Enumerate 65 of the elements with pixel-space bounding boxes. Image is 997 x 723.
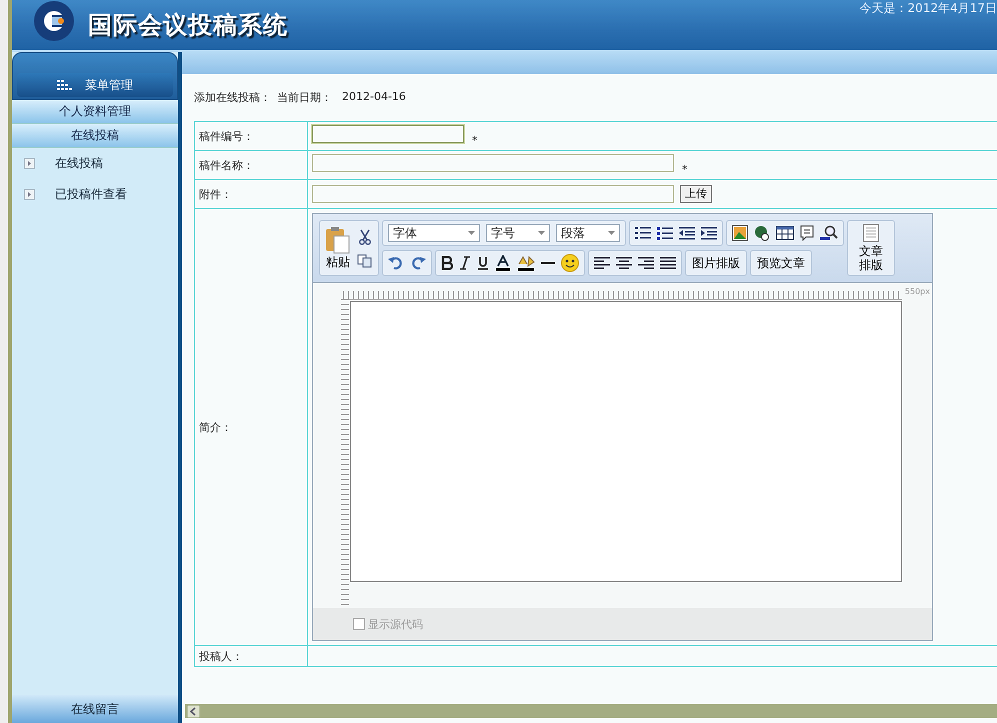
checkbox[interactable] [353,618,365,630]
outdent-icon[interactable] [679,226,695,240]
bullet-list-icon[interactable] [657,226,673,240]
magnifier-icon[interactable] [820,225,838,241]
menu-group[interactable]: 个人资料管理 [12,100,178,124]
required-mark: * [472,134,478,146]
align-right-icon[interactable] [638,257,654,269]
file-path-field[interactable] [312,185,674,204]
field-label: 稿件编号： [194,122,308,150]
copy-icon[interactable] [357,254,373,268]
table-icon[interactable] [776,226,794,240]
document-icon [863,224,880,242]
highlight-icon[interactable] [517,255,535,271]
justify-icon[interactable] [660,257,676,269]
image-layout-button[interactable]: 图片排版 [685,250,747,276]
field-label: 投稿人： [194,646,308,666]
grid-icon [57,80,73,90]
input-field[interactable] [312,125,464,144]
clipboard-icon [325,226,351,254]
scissors-icon[interactable] [358,228,372,244]
redo-icon[interactable] [410,256,426,270]
ruler-width-label: 550px [904,287,930,296]
field-label: 简介： [194,208,308,646]
horizontal-scrollbar[interactable] [185,704,997,718]
scroll-left-icon[interactable] [187,704,200,718]
date-label: 当前日期： [277,90,332,105]
field-label: 附件： [194,180,308,208]
bullet-icon [24,158,35,169]
size-select[interactable]: 字号 [486,224,550,242]
caret-icon [468,231,475,235]
input-field[interactable] [312,154,674,172]
article-layout-button[interactable]: 文章排版 [847,220,896,276]
indent-icon[interactable] [701,226,717,240]
font-select[interactable]: 字体 [388,224,480,242]
undo-icon[interactable] [388,256,404,270]
upload-button[interactable]: 上传 [680,184,712,203]
field-label: 稿件名称： [194,150,308,180]
smiley-icon[interactable] [561,254,579,272]
caret-icon [538,231,545,235]
menu-link[interactable]: 在线投稿 [55,155,103,172]
required-mark: * [682,162,688,176]
date-value: 2012-04-16 [342,90,406,105]
menu-link[interactable]: 已投稿件查看 [55,186,127,203]
paragraph-select[interactable]: 段落 [556,224,620,242]
menu-title: 菜单管理 [85,76,133,94]
menu-footer-link[interactable]: 在线留言 [12,695,178,723]
note-icon[interactable] [800,225,814,241]
page-heading: 添加在线投稿： [194,90,271,105]
caret-icon [608,231,615,235]
image-icon[interactable] [732,225,748,241]
preview-button[interactable]: 预览文章 [750,250,812,276]
system-title: 国际会议投稿系统 [88,9,288,41]
align-left-icon[interactable] [594,257,610,269]
globe-icon[interactable] [754,225,770,241]
horizontal-rule-icon[interactable] [541,261,555,265]
align-center-icon[interactable] [616,257,632,269]
bold-icon[interactable] [441,256,453,270]
numbered-list-icon[interactable] [635,226,651,240]
bullet-icon [24,189,35,200]
italic-icon[interactable] [459,256,471,270]
menu-group[interactable]: 在线投稿 [12,124,178,148]
logo-icon [32,0,76,43]
today-date: 今天是：2012年4月17日 [860,0,997,17]
underline-icon[interactable] [477,256,489,270]
font-color-icon[interactable] [495,255,511,271]
